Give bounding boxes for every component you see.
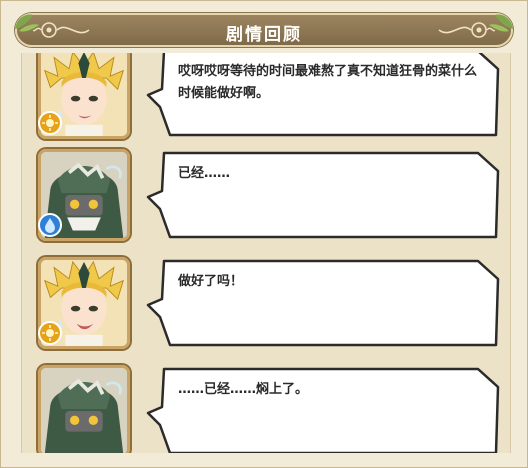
title-bar: 剧情回顾: [15, 13, 513, 47]
speech-bubble: 哎呀哎呀等待的时间最难熬了真不知道狂骨的菜什么时候能做好啊。: [140, 53, 502, 139]
dialogue-text: ……已经……焖上了。: [178, 382, 309, 397]
leaf-corner-left-icon: [15, 14, 39, 32]
dialogue-scroll-area[interactable]: 哎呀哎呀等待的时间最难熬了真不知道狂骨的菜什么时候能做好啊。 已经…… 做好了吗…: [21, 53, 511, 453]
speech-bubble: ……已经……焖上了。: [140, 365, 502, 453]
dialogue-text: 哎呀哎呀等待的时间最难熬了真不知道狂骨的菜什么时候能做好啊。: [178, 64, 478, 101]
page-title: 剧情回顾: [226, 25, 302, 45]
speech-bubble: 已经……: [140, 149, 502, 241]
masked-character-portrait-icon[interactable]: [38, 365, 130, 453]
dialogue-entry: 哎呀哎呀等待的时间最难熬了真不知道狂骨的菜什么时候能做好啊。: [22, 53, 510, 155]
leaf-corner-right-icon: [489, 14, 513, 32]
story-review-window: 剧情回顾 哎呀哎呀等待的时间最难熬了真不知道狂骨的菜什么时候能做好啊。 已经………: [0, 0, 528, 468]
sun-icon: [38, 321, 62, 345]
dialogue-text: 已经……: [178, 166, 231, 181]
dialogue-entry: 已经……: [22, 149, 510, 257]
speech-bubble: 做好了吗！: [140, 257, 502, 349]
water-icon: [38, 213, 62, 237]
dialogue-entry: ……已经……焖上了。: [22, 365, 510, 453]
sun-icon: [38, 111, 62, 135]
dialogue-entry: 做好了吗！: [22, 257, 510, 365]
dialogue-text: 做好了吗！: [178, 274, 244, 289]
